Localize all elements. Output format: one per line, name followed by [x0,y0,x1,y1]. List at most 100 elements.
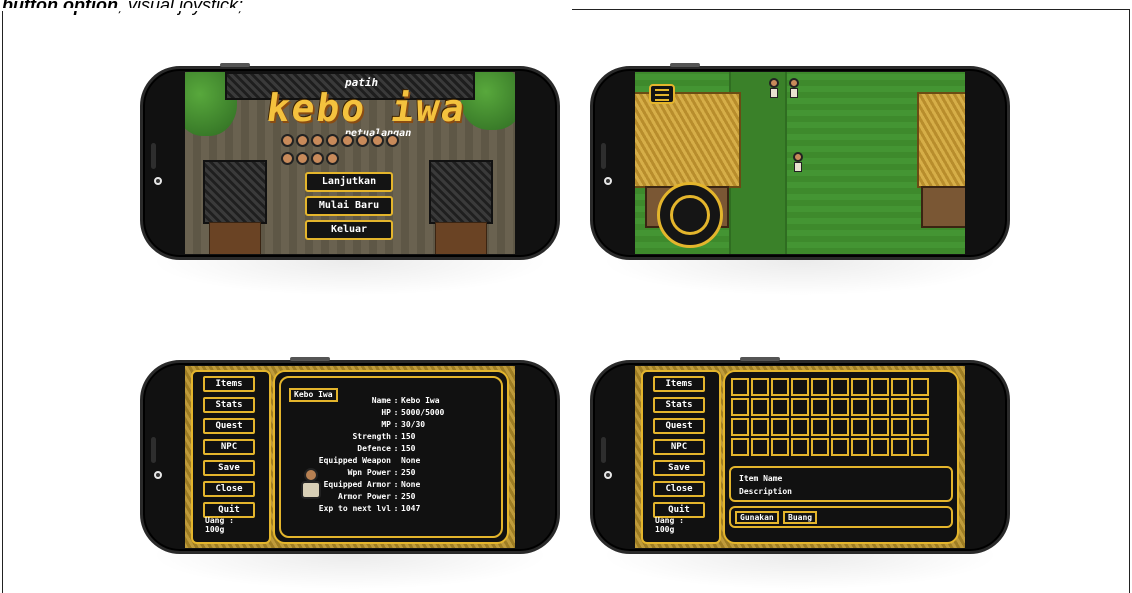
inventory-slot[interactable] [771,398,789,416]
item-actions-bar: Gunakan Buang [729,506,953,528]
inventory-slot[interactable] [731,418,749,436]
inventory-slot[interactable] [751,398,769,416]
phone-overworld [590,63,1010,296]
inventory-slot[interactable] [731,438,749,456]
inventory-slot[interactable] [831,438,849,456]
money-display: Uang :100g [655,516,684,534]
hut-roof [917,92,965,188]
inventory-slot[interactable] [871,418,889,436]
hut-wall [435,222,487,254]
stat-row: Exp to next lvl:1047 [318,504,421,513]
inventory-slot[interactable] [731,378,749,396]
inventory-slot[interactable] [791,378,809,396]
inventory-slot[interactable] [751,438,769,456]
stat-row: Equipped Armor: None [323,480,421,489]
money-display: Uang :100g [205,516,234,534]
stat-row: MP:30/30 [381,420,426,429]
phone-items-menu: Items Stats Quest NPC Save Close Quit Ua… [590,357,1010,590]
inventory-slot[interactable] [791,418,809,436]
npc-character[interactable] [767,78,781,98]
inventory-slot[interactable] [771,378,789,396]
inventory-slot[interactable] [811,438,829,456]
new-game-button[interactable]: Mulai Baru [305,196,393,216]
inventory-slot[interactable] [811,418,829,436]
speaker-grille [151,437,156,463]
exit-button[interactable]: Keluar [305,220,393,240]
inventory-slot[interactable] [771,438,789,456]
virtual-joystick[interactable] [657,182,723,248]
close-button[interactable]: Close [653,481,705,497]
phone-stats-menu: Items Stats Quest NPC Save Close Quit Ua… [140,357,560,590]
hut-roof [429,160,493,224]
item-name: Item Name [739,474,783,483]
inventory-slot[interactable] [811,378,829,396]
inventory-slot[interactable] [771,418,789,436]
stat-row: Wpn Power:250 [347,468,416,477]
inventory-grid [731,378,929,456]
camera-icon [604,471,612,479]
inventory-slot[interactable] [811,398,829,416]
inventory-panel: Item Name Description Gunakan Buang [723,370,959,544]
items-tab-button[interactable]: Items [203,376,255,392]
stat-row: Armor Power:250 [338,492,416,501]
title-screen: patih kebo iwa petualangan Lanjutkan Mul… [185,72,515,254]
villager-crowd [281,134,401,168]
inventory-slot[interactable] [851,398,869,416]
inventory-slot[interactable] [871,378,889,396]
phone-title-screen: patih kebo iwa petualangan Lanjutkan Mul… [140,63,560,296]
item-description-box: Item Name Description [729,466,953,502]
use-item-button[interactable]: Gunakan [735,511,779,524]
close-button[interactable]: Close [203,481,255,497]
stat-row: Strength:150 [352,432,416,441]
inventory-slot[interactable] [851,378,869,396]
joystick-knob[interactable] [670,195,710,235]
quest-tab-button[interactable]: Quest [203,418,255,434]
inventory-slot[interactable] [731,398,749,416]
inventory-slot[interactable] [851,418,869,436]
stat-row: Name: Kebo Iwa [371,396,440,405]
stat-row: Defence:150 [357,444,416,453]
inventory-slot[interactable] [871,398,889,416]
inventory-slot[interactable] [891,418,909,436]
items-tab-button[interactable]: Items [653,376,705,392]
discard-item-button[interactable]: Buang [783,511,818,524]
stats-panel: Kebo Iwa Name: Kebo Iwa HP:5000/5000 MP:3… [273,370,509,544]
menu-icon[interactable] [649,84,675,104]
overworld-screen [635,72,965,254]
inventory-slot[interactable] [911,378,929,396]
npc-tab-button[interactable]: NPC [203,439,255,455]
inventory-slot[interactable] [891,438,909,456]
stats-tab-button[interactable]: Stats [203,397,255,413]
inventory-slot[interactable] [851,438,869,456]
stat-row: Equipped Weapon None [318,456,421,465]
camera-icon [604,177,612,185]
stats-tab-button[interactable]: Stats [653,397,705,413]
npc-character[interactable] [787,78,801,98]
item-description: Description [739,487,792,496]
npc-tab-button[interactable]: NPC [653,439,705,455]
inventory-slot[interactable] [791,438,809,456]
save-button[interactable]: Save [653,460,705,476]
inventory-slot[interactable] [751,418,769,436]
inventory-slot[interactable] [751,378,769,396]
hut-roof [203,160,267,224]
inventory-slot[interactable] [791,398,809,416]
inventory-slot[interactable] [911,398,929,416]
speaker-grille [601,143,606,169]
stats-screen: Items Stats Quest NPC Save Close Quit Ua… [185,366,515,548]
inventory-slot[interactable] [871,438,889,456]
inventory-slot[interactable] [911,418,929,436]
inventory-slot[interactable] [911,438,929,456]
inventory-slot[interactable] [891,378,909,396]
player-character [791,152,805,172]
continue-button[interactable]: Lanjutkan [305,172,393,192]
inventory-slot[interactable] [831,418,849,436]
inventory-slot[interactable] [891,398,909,416]
save-button[interactable]: Save [203,460,255,476]
hut-wall [921,186,965,228]
inventory-slot[interactable] [831,378,849,396]
items-screen: Items Stats Quest NPC Save Close Quit Ua… [635,366,965,548]
quest-tab-button[interactable]: Quest [653,418,705,434]
hut-wall [209,222,261,254]
inventory-slot[interactable] [831,398,849,416]
